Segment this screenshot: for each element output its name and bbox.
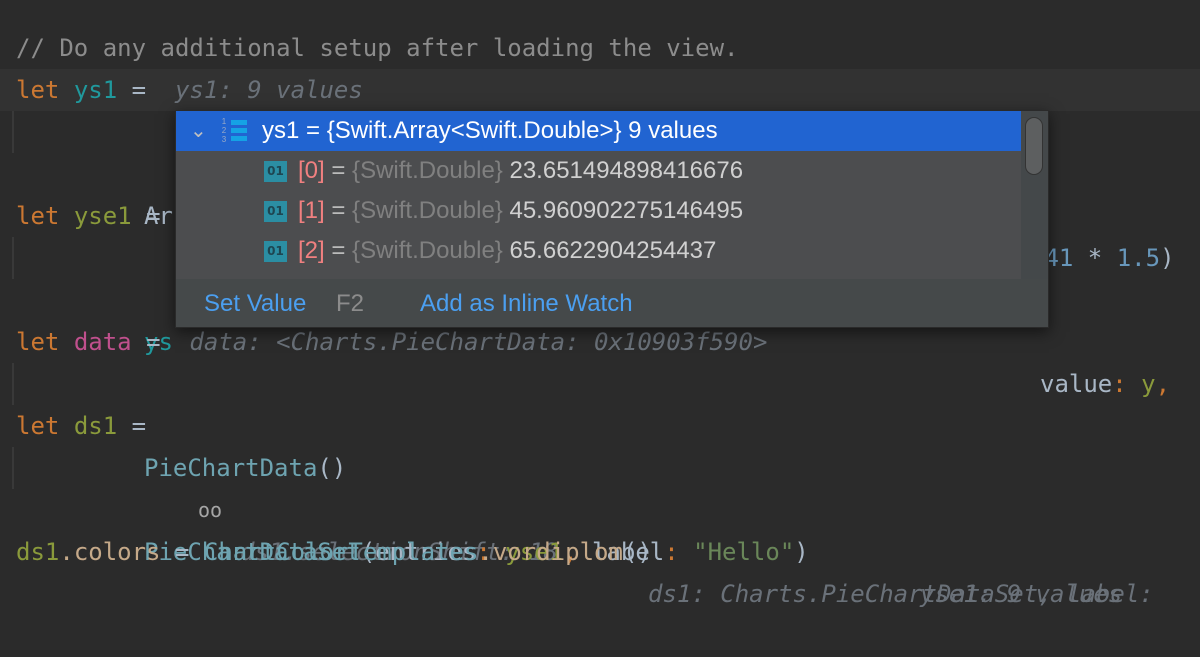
primitive-icon: 01 <box>264 201 287 222</box>
inline-value-hint: ys1: 9 values <box>174 76 363 104</box>
tree-row-child[interactable]: 01 [0] = {Swift.Double} 23.6514948984166… <box>176 151 1021 191</box>
debug-value-popup: ⌄ 1 2 3 ys1 = {Swift.Array<Swift.Double>… <box>175 110 1049 328</box>
code-line-ds1-decl: let ds1 = oo ds1.selectionShift: 18 ds1:… <box>0 405 1200 608</box>
inline-value-hint: data: <Charts.PieChartData: 0x10903f590> <box>189 328 768 356</box>
tree-row-root[interactable]: ⌄ 1 2 3 ys1 = {Swift.Array<Swift.Double>… <box>176 111 1021 151</box>
set-value-link[interactable]: Set Value <box>204 279 306 329</box>
item-value: 65.6622904254437 <box>502 237 717 264</box>
chevron-down-icon[interactable]: ⌄ <box>190 111 207 151</box>
item-index: [2] <box>298 237 325 264</box>
code-line-comment: // Do any additional setup after loading… <box>0 27 1200 69</box>
class-chartcolortemplates: ChartColorTemplates <box>203 538 479 566</box>
variable-data[interactable]: data <box>74 328 132 356</box>
variable-yse1[interactable]: yse1 <box>74 202 132 230</box>
assign-op: = <box>131 412 147 440</box>
add-inline-watch-link[interactable]: Add as Inline Watch <box>420 279 633 329</box>
dot: . <box>478 538 493 566</box>
code-line-data-body: PieChartData() <box>0 363 1200 482</box>
indent-guide <box>12 363 14 405</box>
assign-op: = <box>146 202 161 230</box>
set-value-shortcut: F2 <box>336 290 365 317</box>
glasses-icon[interactable]: oo <box>198 489 222 531</box>
vertical-scrollbar[interactable] <box>1021 111 1048 279</box>
comment-text: // Do any additional setup after loading… <box>16 34 739 62</box>
scrollbar-thumb[interactable] <box>1025 117 1043 175</box>
method-vordiplom: vordiplom <box>492 538 623 566</box>
item-type: {Swift.Double} <box>352 197 503 224</box>
assign-op: = <box>160 538 204 566</box>
array-icon: 1 2 3 <box>220 118 250 144</box>
variable-ds1[interactable]: ds1 <box>74 412 117 440</box>
item-index: [0] <box>298 157 325 184</box>
indent-guide <box>12 111 14 153</box>
parens: () <box>622 538 652 566</box>
root-label: ys1 = {Swift.Array<Swift.Double>} 9 valu… <box>262 117 718 144</box>
item-value: 45.960902275146495 <box>502 197 744 224</box>
variable-ds1-ref: ds1 <box>16 538 60 566</box>
indent-guide <box>12 447 14 489</box>
tree-row-child[interactable]: 01 [2] = {Swift.Double} 65.6622904254437 <box>176 231 1021 271</box>
item-value: 23.651494898416676 <box>502 157 744 184</box>
assign-op: = <box>131 76 147 104</box>
variable-tree[interactable]: ⌄ 1 2 3 ys1 = {Swift.Array<Swift.Double>… <box>176 111 1021 279</box>
keyword-let: let <box>16 328 60 356</box>
primitive-icon: 01 <box>264 161 287 182</box>
item-index: [1] <box>298 197 325 224</box>
popup-actions: Set Value F2 Add as Inline Watch <box>176 279 1048 327</box>
tree-row-child[interactable]: 01 [1] = {Swift.Double} 45.9609022751464… <box>176 191 1021 231</box>
item-type: {Swift.Double} <box>352 237 503 264</box>
code-line-colors: ds1.colors = ChartColorTemplates.vordipl… <box>0 531 1200 573</box>
variable-ys1[interactable]: ys1 <box>74 76 117 104</box>
dot: . <box>59 538 74 566</box>
keyword-let: let <box>16 412 60 440</box>
inline-value-hint: yse1: 9 values <box>920 580 1123 608</box>
code-line-ys1-decl: let ys1 = ys1: 9 values <box>0 69 1200 111</box>
code-line-ds1-body: PieChartDataSet(entries: yse1, label: "H… <box>0 447 1200 608</box>
primitive-icon: 01 <box>264 241 287 262</box>
property-colors: colors <box>73 538 161 566</box>
item-type: {Swift.Double} <box>352 157 503 184</box>
keyword-let: let <box>16 76 60 104</box>
keyword-let: let <box>16 202 60 230</box>
assign-op: = <box>146 328 161 356</box>
indent-guide <box>12 237 14 279</box>
